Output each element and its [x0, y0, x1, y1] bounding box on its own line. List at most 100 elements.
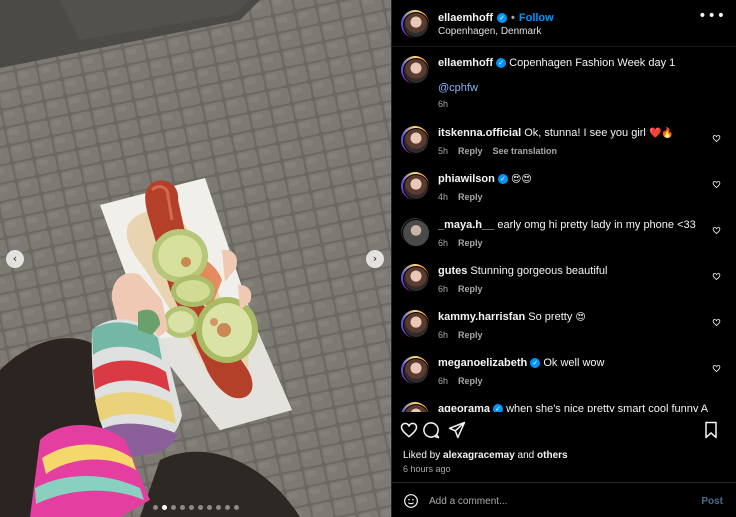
avatar[interactable] [401, 56, 429, 84]
reply-button[interactable]: Reply [458, 330, 483, 340]
comment-username[interactable]: phiawilson [438, 173, 495, 185]
header-divider [392, 46, 736, 47]
avatar[interactable] [401, 310, 429, 338]
comment-box-divider [392, 482, 736, 483]
carousel-dot [161, 505, 167, 510]
see-translation-button[interactable]: See translation [493, 146, 558, 156]
avatar[interactable] [401, 218, 430, 247]
liked-by-prefix: Liked by [403, 450, 441, 461]
comment-text: So pretty [528, 311, 573, 323]
avatar[interactable] [401, 10, 429, 38]
carousel-dot [170, 505, 176, 510]
reply-button[interactable]: Reply [458, 192, 483, 202]
post-comment-button[interactable]: Post [701, 496, 723, 507]
instagram-post-modal: ‹ › ellaemhoff ✓ • Follow Copenhagen, De… [0, 0, 736, 517]
carousel-dot [152, 505, 158, 510]
comment-item: phiawilson ✓ 😍😍 4h Reply [401, 172, 727, 202]
comment-username[interactable]: _maya.h__ [438, 219, 494, 231]
comment-like-heart-icon[interactable] [712, 272, 721, 281]
share-paper-plane-icon[interactable] [447, 420, 467, 440]
carousel-dot [206, 505, 212, 510]
verified-badge-icon: ✓ [496, 58, 507, 69]
comment-username[interactable]: ageorama [438, 403, 490, 412]
avatar[interactable] [401, 264, 429, 292]
carousel-prev-button[interactable]: ‹ [6, 250, 24, 268]
post-header: ellaemhoff ✓ • Follow Copenhagen, Denmar… [401, 9, 727, 39]
comment-like-heart-icon[interactable] [712, 180, 721, 189]
emoji-smiley-icon[interactable] [403, 493, 419, 509]
comment-emoji: 😍😍 [510, 174, 532, 185]
carousel-next-button[interactable]: › [366, 250, 384, 268]
comment-bubble-icon[interactable] [421, 420, 441, 440]
comment-item: _maya.h__ early omg hi pretty lady in my… [401, 218, 727, 248]
liked-by-others-link[interactable]: others [537, 450, 568, 461]
comment-username[interactable]: meganoelizabeth [438, 357, 527, 369]
caption-time: 6h [438, 99, 449, 109]
carousel-dot [233, 505, 239, 510]
caption-text: Copenhagen Fashion Week day 1 [509, 57, 676, 69]
comment-item: kammy.harrisfan So pretty 😍 6h Reply [401, 310, 727, 340]
reply-button[interactable]: Reply [458, 238, 483, 248]
save-bookmark-icon[interactable] [701, 420, 721, 440]
comment-like-heart-icon[interactable] [712, 134, 721, 143]
avatar[interactable] [401, 356, 429, 384]
verified-badge-icon: ✓ [493, 404, 504, 412]
comment-time[interactable]: 6h [438, 376, 448, 386]
carousel-dot [224, 505, 230, 510]
comment-item: gutes Stunning gorgeous beautiful 6h Repl… [401, 264, 727, 294]
reply-button[interactable]: Reply [458, 376, 483, 386]
comment-emoji: ❤️🔥 [648, 128, 674, 139]
comment-text: early omg hi pretty lady in my phone <33 [497, 219, 696, 231]
comment-item: itskenna.official Ok, stunna! I see you … [401, 126, 727, 156]
follow-button[interactable]: Follow [519, 12, 554, 24]
post-timestamp[interactable]: 6 hours ago [403, 464, 451, 474]
reply-button[interactable]: Reply [458, 146, 483, 156]
post-side-panel: ellaemhoff ✓ • Follow Copenhagen, Denmar… [391, 0, 736, 517]
caption-mention-link[interactable]: @cphfw [438, 82, 708, 94]
comments-list[interactable]: ellaemhoff ✓ Copenhagen Fashion Week day… [401, 56, 727, 412]
comment-time[interactable]: 4h [438, 192, 448, 202]
avatar[interactable] [401, 172, 429, 200]
liked-by-user-link[interactable]: alexagracemay [443, 450, 515, 461]
avatar[interactable] [401, 402, 429, 412]
comment-time[interactable]: 6h [438, 238, 448, 248]
separator-dot: • [511, 11, 515, 24]
post-author-username[interactable]: ellaemhoff [438, 12, 493, 24]
caption-username[interactable]: ellaemhoff [438, 57, 493, 69]
comment-like-heart-icon[interactable] [712, 318, 721, 327]
comment-username[interactable]: kammy.harrisfan [438, 311, 525, 323]
comment-text: when she's nice pretty smart cool funny … [506, 403, 708, 412]
carousel-indicator [0, 505, 391, 510]
post-location[interactable]: Copenhagen, Denmark [438, 26, 554, 37]
comment-like-heart-icon[interactable] [712, 364, 721, 373]
comment-emoji: 😍 [575, 312, 586, 323]
comment-text: Ok well wow [543, 357, 605, 369]
post-photo[interactable]: ‹ › [0, 0, 391, 517]
like-heart-icon[interactable] [399, 420, 419, 440]
liked-by-and: and [517, 450, 535, 461]
more-options-icon[interactable]: ••• [698, 9, 726, 23]
verified-badge-icon: ✓ [530, 358, 541, 369]
action-bar [399, 420, 727, 442]
comment-time[interactable]: 6h [438, 330, 448, 340]
carousel-dot [197, 505, 203, 510]
avatar[interactable] [401, 126, 429, 154]
carousel-dot [179, 505, 185, 510]
comment-username[interactable]: itskenna.official [438, 127, 521, 139]
carousel-dot [188, 505, 194, 510]
comment-input[interactable]: Add a comment... [429, 496, 701, 507]
comment-text: Ok, stunna! I see you girl [524, 127, 646, 139]
hotdog-photo-image [0, 0, 391, 517]
verified-badge-icon: ✓ [497, 12, 508, 23]
comment-time[interactable]: 5h [438, 146, 448, 156]
add-comment-bar: Add a comment... Post [403, 490, 723, 512]
comment-username[interactable]: gutes [438, 265, 467, 277]
reply-button[interactable]: Reply [458, 284, 483, 294]
comment-item: meganoelizabeth ✓ Ok well wow 6h Reply [401, 356, 727, 386]
verified-badge-icon: ✓ [497, 174, 508, 185]
comment-time[interactable]: 6h [438, 284, 448, 294]
post-caption: ellaemhoff ✓ Copenhagen Fashion Week day… [401, 56, 727, 109]
carousel-dot [215, 505, 221, 510]
comment-like-heart-icon[interactable] [712, 226, 721, 235]
comment-item: ageorama ✓ when she's nice pretty smart … [401, 402, 727, 412]
